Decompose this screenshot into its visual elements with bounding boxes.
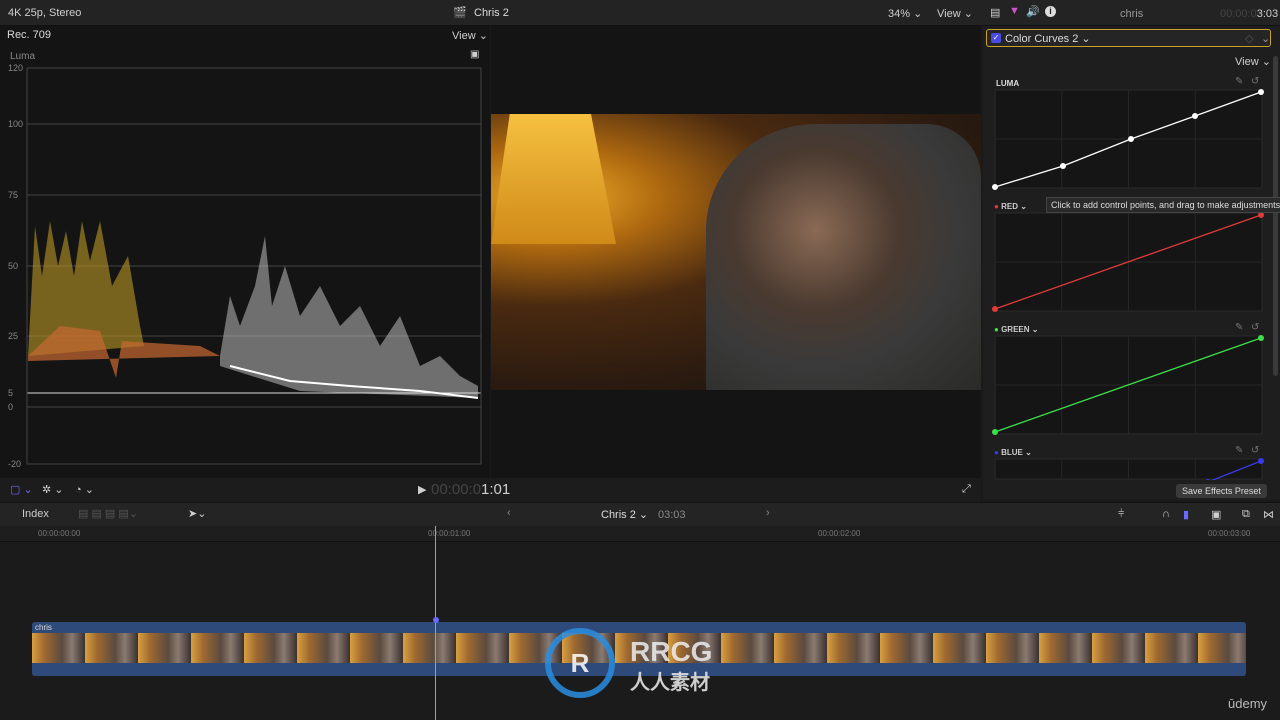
project-dropdown[interactable]: Chris 2 ⌄ — [601, 508, 648, 521]
playhead[interactable] — [435, 526, 436, 720]
scope-scale-label: -20 — [8, 459, 21, 469]
skimmer-marker — [433, 617, 439, 623]
curve-control-point[interactable] — [1258, 89, 1264, 95]
scope-scale-label: 0 — [8, 402, 13, 412]
udemy-logo: ūdemy — [1228, 696, 1268, 711]
luma-waveform: 12010075502550-20 — [8, 63, 482, 469]
watermark-brand: RRCG — [630, 636, 713, 667]
retime-icon[interactable]: ◔ ⌄ — [75, 483, 94, 496]
reset-icon[interactable]: ↺ — [1251, 445, 1259, 456]
curve-control-point[interactable] — [1060, 163, 1066, 169]
curve-label-luma: LUMA — [996, 79, 1020, 88]
scope-scale-label: 5 — [8, 388, 13, 398]
scope-scale-label: 100 — [8, 119, 23, 129]
edit-buttons-icon[interactable]: ▤ ▤ ▤ ▤⌄ — [78, 507, 138, 520]
viewer-view-menu[interactable]: View ⌄ — [937, 7, 973, 20]
video-scope-panel: Rec. 709 View ⌄ Luma ▣ 120 100 75 50 25 5 0 -20 — [0, 26, 490, 478]
curve-label-red[interactable]: ● RED ⌄ — [994, 202, 1027, 211]
curve-label-green[interactable]: ● GREEN ⌄ — [994, 325, 1038, 334]
curve-control-point[interactable] — [1258, 458, 1264, 464]
index-button[interactable]: Index — [22, 508, 49, 520]
viewer-timecode: 00:00:01:01 — [431, 481, 511, 498]
viewer-toolbar: ▢ ⌄ ✲ ⌄ ◔ ⌄ ▶ 00:00:01:01 ⤢ — [0, 478, 981, 502]
ruler-label: 00:00:00:00 — [38, 529, 81, 538]
scope-scale-label: 120 — [8, 63, 23, 73]
audio-inspector-icon[interactable]: 🔊 — [1026, 5, 1040, 18]
video-frame[interactable] — [491, 114, 981, 390]
curve-label-blue[interactable]: ● BLUE ⌄ — [994, 448, 1032, 457]
inspector-clip-name: chris — [1120, 8, 1144, 20]
top-bar: 4K 25p, Stereo 🎬 Chris 2 34% ⌄ View ⌄ ▤ … — [0, 0, 1280, 26]
color-curves: ✎↺✎↺✎↺✎↺ — [992, 76, 1264, 480]
ruler-label: 00:00:02:00 — [818, 529, 861, 538]
select-tool-icon[interactable]: ➤⌄ — [188, 507, 206, 520]
info-inspector-icon[interactable]: i — [1045, 6, 1056, 17]
snapping-icon[interactable]: ▮ — [1183, 508, 1189, 521]
transform-tool-icon[interactable]: ▢ ⌄ — [10, 483, 33, 496]
effect-name-dropdown[interactable]: Color Curves 2 ⌄ — [1005, 32, 1091, 45]
curve-control-point[interactable] — [992, 306, 998, 312]
inspector-timecode: 00:00:03:03 — [1220, 8, 1279, 20]
inspector-view-menu[interactable]: View ⌄ — [1235, 55, 1271, 68]
inspector-scrollbar[interactable] — [1273, 56, 1278, 376]
back-arrow[interactable]: ‹ — [507, 507, 511, 519]
timeline-area[interactable]: chris R RRCG 人人素材 ūdemy — [0, 526, 1280, 720]
fullscreen-icon[interactable]: ⤢ — [962, 483, 971, 496]
reset-icon[interactable]: ↺ — [1251, 322, 1259, 333]
eyedropper-icon[interactable]: ✎ — [1235, 322, 1243, 333]
scope-scale-label: 75 — [8, 190, 18, 200]
keyframe-icon[interactable]: ◇ — [1245, 32, 1253, 45]
curve-control-point[interactable] — [1192, 113, 1198, 119]
color-inspector-icon[interactable]: ▼ — [1009, 5, 1020, 17]
clapper-icon: 🎬 — [453, 7, 467, 19]
person — [706, 124, 981, 390]
format-label: 4K 25p, Stereo — [8, 7, 82, 19]
forward-arrow[interactable]: › — [766, 507, 770, 519]
skimming-icon[interactable]: ⫩ — [1118, 508, 1124, 521]
zoom-dropdown[interactable]: 34% ⌄ — [888, 7, 922, 20]
eyedropper-icon[interactable]: ✎ — [1235, 445, 1243, 456]
curve-control-point[interactable] — [992, 184, 998, 190]
project-duration: 03:03 — [658, 509, 686, 521]
scope-scale-label: 50 — [8, 261, 18, 271]
reset-icon[interactable]: ↺ — [1251, 76, 1259, 87]
transitions-icon[interactable]: ⋈ — [1263, 508, 1274, 521]
chevron-down-icon[interactable]: ⌄ — [1261, 32, 1270, 45]
headphones-icon[interactable]: ∩ — [1162, 508, 1170, 520]
lamp-shade — [491, 114, 616, 244]
viewer-panel — [491, 26, 981, 478]
save-effects-preset-button[interactable]: Save Effects Preset — [1176, 484, 1267, 498]
watermark-logo: R — [545, 628, 615, 698]
effects-browser-icon[interactable]: ⧉ — [1242, 508, 1250, 521]
timeline-ruler[interactable]: 00:00:00:00 00:00:01:00 00:00:02:00 00:0… — [0, 526, 1280, 542]
timeline-toolbar: Index ▤ ▤ ▤ ▤⌄ ➤⌄ ‹ Chris 2 ⌄ 03:03 › ⫩ … — [0, 502, 1280, 526]
enhance-icon[interactable]: ✲ ⌄ — [42, 483, 64, 496]
curve-control-point[interactable] — [1258, 335, 1264, 341]
effect-header[interactable]: ✓ Color Curves 2 ⌄ ◇ ⌄ — [986, 29, 1271, 47]
play-button[interactable]: ▶ — [418, 483, 426, 496]
video-inspector-icon[interactable]: ▤ — [990, 6, 1000, 19]
curve-control-point[interactable] — [1128, 136, 1134, 142]
curve-control-point[interactable] — [992, 429, 998, 435]
eyedropper-icon[interactable]: ✎ — [1235, 76, 1243, 87]
clip-name: chris — [35, 623, 52, 632]
ruler-label: 00:00:03:00 — [1208, 529, 1251, 538]
scope-scale-label: 25 — [8, 331, 18, 341]
watermark-sub: 人人素材 — [630, 672, 710, 694]
tooltip: Click to add control points, and drag to… — [1046, 197, 1280, 213]
effect-enable-checkbox[interactable]: ✓ — [991, 33, 1001, 43]
project-title: Chris 2 — [474, 7, 509, 19]
clip-appearance-icon[interactable]: ▣ — [1211, 508, 1221, 521]
